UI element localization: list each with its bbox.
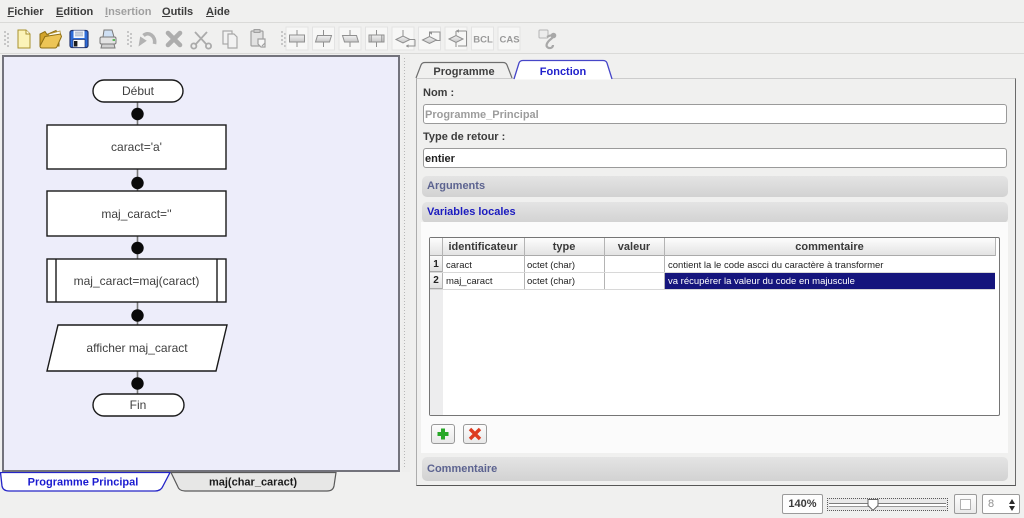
svg-text:maj_caract='': maj_caract='' (101, 207, 171, 221)
svg-text:Fonction: Fonction (540, 66, 587, 78)
svg-text:Début: Début (122, 84, 155, 98)
svg-text:BCL: BCL (473, 35, 493, 46)
svg-text:maj(char_caract): maj(char_caract) (209, 477, 297, 489)
svg-text:maj_caract=maj(caract): maj_caract=maj(caract) (74, 274, 200, 288)
svg-text:Fin: Fin (130, 398, 147, 412)
svg-text:caract='a': caract='a' (111, 140, 162, 154)
svg-text:CAS: CAS (499, 35, 519, 46)
svg-text:Programme: Programme (433, 66, 494, 78)
svg-text:Programme Principal: Programme Principal (28, 477, 139, 489)
svg-text:afficher maj_caract: afficher maj_caract (86, 341, 188, 355)
